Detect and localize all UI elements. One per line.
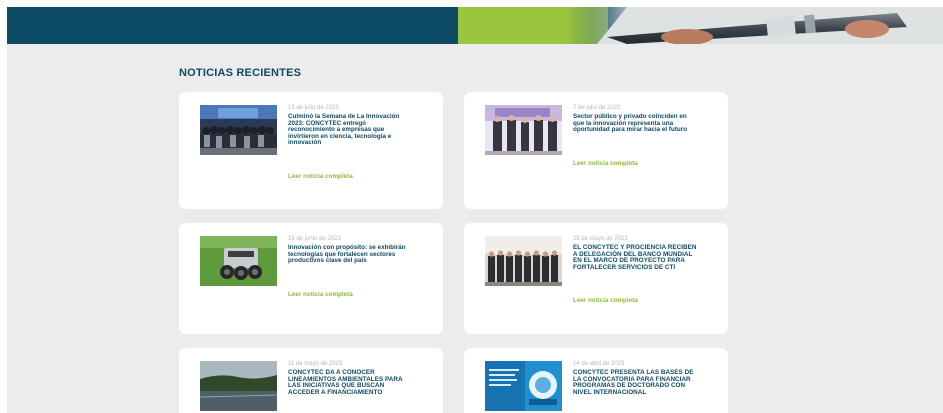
news-card[interactable]: 15 de junio de 2023 Innovación con propó… [179,223,443,334]
read-more-link[interactable]: Leer noticia completa [573,297,638,304]
news-title[interactable]: Sector público y privado coinciden en qu… [573,113,691,134]
read-more-link[interactable]: Leer noticia completa [573,160,638,167]
news-date: 11 de mayo de 2023 [288,361,343,367]
news-thumbnail[interactable] [485,361,562,411]
news-card[interactable]: 25 de mayo de 2023 EL CONCYTEC Y PROCIEN… [464,223,728,334]
news-thumbnail[interactable] [485,236,562,286]
news-date: 19 de julio de 2023 [288,105,339,111]
news-card[interactable]: 7 de julio de 2023 Sector público y priv… [464,92,728,209]
news-title[interactable]: Innovación con propósito: se exhibirán t… [288,244,406,265]
news-title[interactable]: CONCYTEC DA A CONOCER LINEAMIENTOS AMBIE… [288,369,412,396]
news-title[interactable]: EL CONCYTEC Y PROCIENCIA RECIBEN A DELEG… [573,244,697,271]
news-title[interactable]: CONCYTEC PRESENTA LAS BASES DE LA CONVOC… [573,369,697,396]
news-date: 14 de abril de 2023 [573,361,625,367]
news-date: 7 de julio de 2023 [573,105,621,111]
read-more-link[interactable]: Leer noticia completa [288,291,353,298]
hero-photo [567,7,943,44]
news-card[interactable]: 14 de abril de 2023 CONCYTEC PRESENTA LA… [464,348,728,413]
news-thumbnail[interactable] [200,105,277,155]
read-more-link[interactable]: Leer noticia completa [288,173,353,180]
news-title[interactable]: Culminó la Semana de La Innovación 2023:… [288,113,406,147]
news-thumbnail[interactable] [200,361,277,411]
news-date: 15 de junio de 2023 [288,236,341,242]
news-card[interactable]: 11 de mayo de 2023 CONCYTEC DA A CONOCER… [179,348,443,413]
news-date: 25 de mayo de 2023 [573,236,628,242]
hero-banner [7,7,943,44]
section-title: NOTICIAS RECIENTES [179,67,302,79]
news-thumbnail[interactable] [200,236,277,286]
news-thumbnail[interactable] [485,105,562,155]
page: NOTICIAS RECIENTES 19 de julio de 2023 C… [7,7,943,413]
news-card[interactable]: 19 de julio de 2023 Culminó la Semana de… [179,92,443,209]
